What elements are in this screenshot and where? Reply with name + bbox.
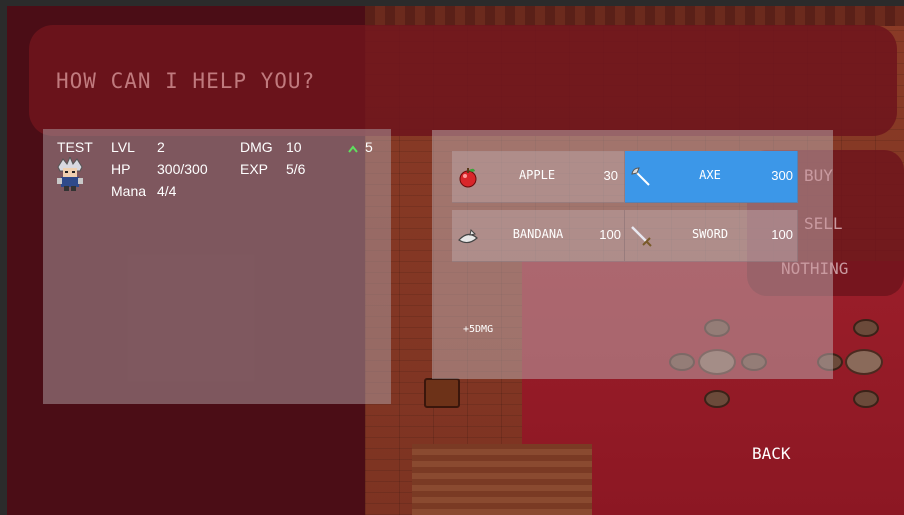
hp-label: HP	[111, 161, 131, 177]
sword-icon	[631, 226, 652, 247]
nothing-option[interactable]: NOTHING	[781, 259, 848, 278]
up-arrow-icon	[348, 145, 358, 153]
damage-label: DMG	[240, 139, 273, 155]
dialog-box: HOW CAN I HELP YOU?	[29, 25, 897, 136]
level-value: 2	[157, 139, 165, 155]
back-button[interactable]: BACK	[752, 444, 791, 463]
dialog-text: HOW CAN I HELP YOU?	[56, 69, 316, 93]
axe-icon	[631, 167, 650, 186]
stool	[853, 319, 879, 337]
item-price: 100	[599, 227, 621, 242]
shop-panel: APPLE 30 AXE 300 BANDANA 100 SWORD 100 +…	[432, 130, 833, 379]
game-viewport: HOW CAN I HELP YOU? TEST LVL 2 DMG 10 5 …	[7, 6, 904, 515]
item-price: 300	[771, 168, 793, 183]
round-table	[845, 349, 883, 375]
item-name: BANDANA	[512, 227, 564, 241]
mana-label: Mana	[111, 183, 147, 199]
hero-name: TEST	[57, 139, 93, 155]
shop-item-sword[interactable]: SWORD 100	[625, 210, 798, 262]
shop-item-axe[interactable]: AXE 300	[625, 151, 798, 203]
shop-item-apple[interactable]: APPLE 30	[452, 151, 625, 203]
hero-stats-panel: TEST LVL 2 DMG 10 5 HP 300/300 EXP 5/6 M…	[43, 129, 391, 404]
sell-option[interactable]: SELL	[804, 214, 843, 233]
damage-value: 10	[286, 139, 302, 155]
item-name: SWORD	[691, 227, 729, 241]
apple-icon	[459, 168, 477, 188]
item-price: 100	[771, 227, 793, 242]
shop-row: BANDANA 100 SWORD 100	[452, 210, 798, 262]
bandana-icon	[458, 228, 478, 244]
damage-bonus-value: 5	[365, 139, 373, 155]
item-description: +5DMG	[463, 324, 494, 335]
item-price: 30	[603, 168, 618, 183]
exp-value: 5/6	[286, 161, 306, 177]
item-name: APPLE	[518, 168, 556, 182]
world-rug	[412, 444, 592, 515]
mana-value: 4/4	[157, 183, 177, 199]
shop-item-bandana[interactable]: BANDANA 100	[452, 210, 625, 262]
exp-label: EXP	[240, 161, 269, 177]
stool	[853, 390, 879, 408]
shop-row: APPLE 30 AXE 300	[452, 151, 798, 203]
hp-value: 300/300	[157, 161, 208, 177]
buy-option[interactable]: BUY	[804, 166, 833, 185]
item-name: AXE	[699, 168, 721, 182]
stool	[704, 390, 730, 408]
treasure-chest	[424, 378, 460, 408]
world-wall	[365, 6, 904, 26]
level-label: LVL	[111, 139, 135, 155]
hero-sprite-icon	[57, 157, 83, 191]
